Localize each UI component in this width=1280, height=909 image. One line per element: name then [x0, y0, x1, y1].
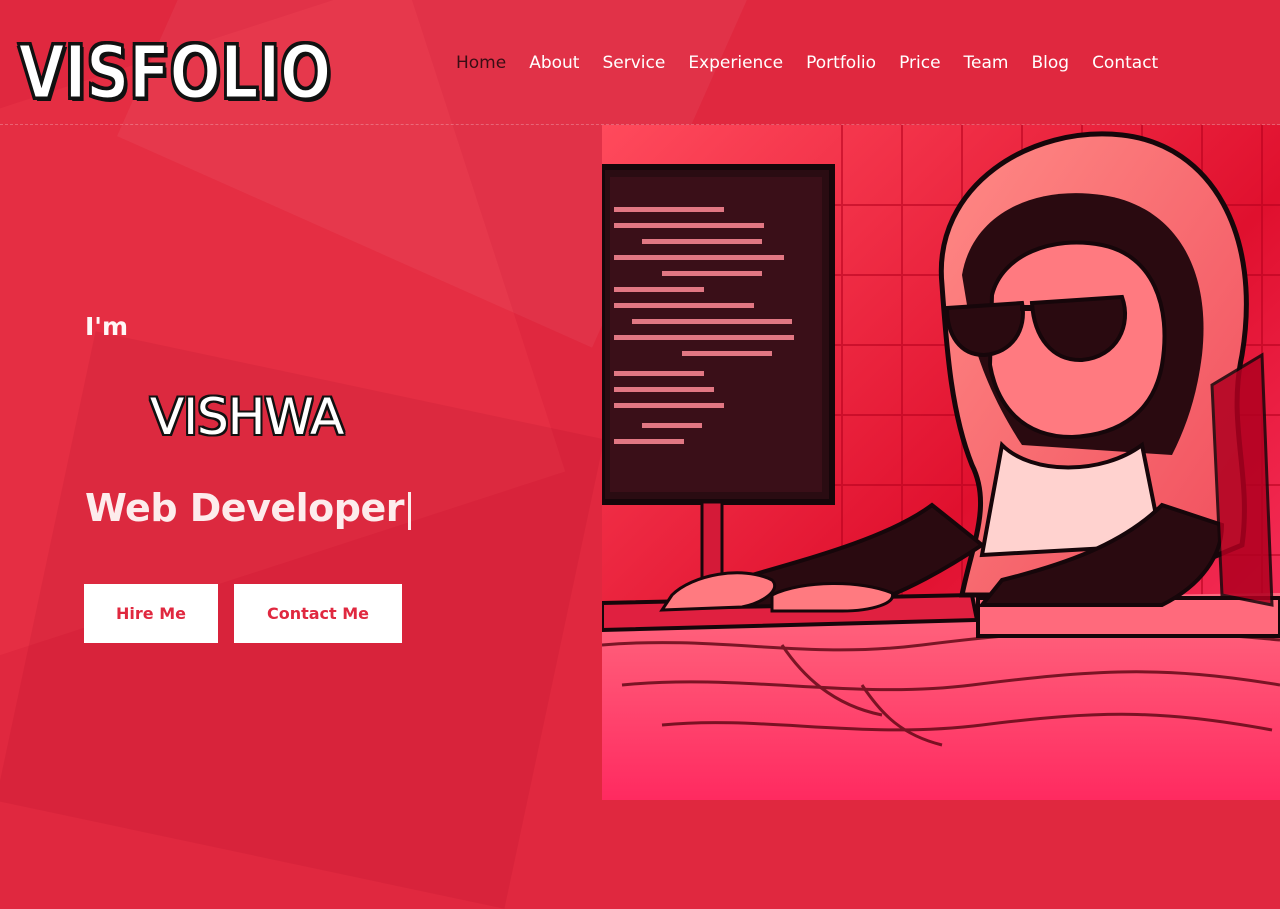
nav-contact[interactable]: Contact	[1092, 50, 1158, 76]
nav-about[interactable]: About	[529, 50, 579, 76]
site-header: VISFOLIO Home About Service Experience P…	[0, 0, 1280, 125]
nav-blog[interactable]: Blog	[1031, 50, 1069, 76]
hero-greeting: I'm	[85, 312, 129, 341]
nav-home[interactable]: Home	[456, 50, 506, 76]
nav-experience[interactable]: Experience	[688, 50, 783, 76]
nav-price[interactable]: Price	[899, 50, 940, 76]
nav-service[interactable]: Service	[602, 50, 665, 76]
hero-intro	[0, 125, 602, 800]
main-nav: Home About Service Experience Portfolio …	[456, 50, 1181, 76]
nav-team[interactable]: Team	[964, 50, 1009, 76]
hero-role-text: Web Developer	[85, 486, 404, 530]
hero-name: VISHWA	[150, 388, 344, 446]
hire-me-button[interactable]: Hire Me	[84, 584, 218, 643]
nav-portfolio[interactable]: Portfolio	[806, 50, 876, 76]
contact-me-button[interactable]: Contact Me	[234, 584, 402, 643]
hero-image	[602, 125, 1280, 800]
hero-role: Web Developer	[85, 486, 411, 530]
site-logo[interactable]: VISFOLIO	[17, 28, 333, 118]
typing-caret	[407, 491, 411, 530]
hacker-illustration	[602, 125, 1280, 800]
